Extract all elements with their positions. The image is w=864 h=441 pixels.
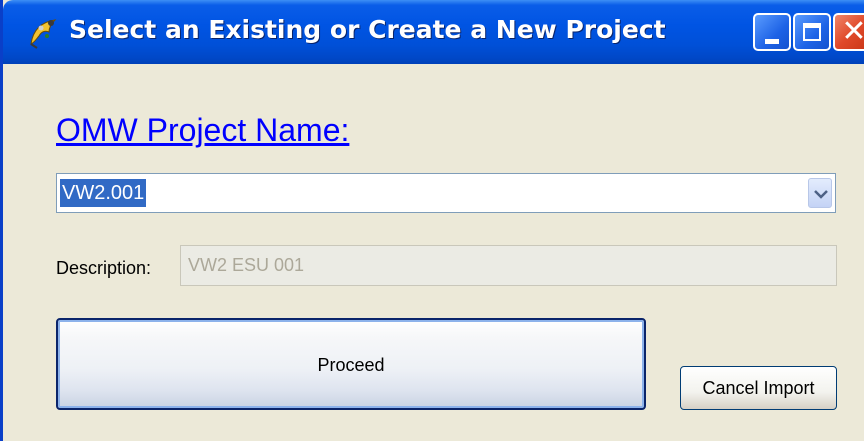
- title-bar[interactable]: Select an Existing or Create a New Proje…: [3, 0, 864, 64]
- cancel-import-label: Cancel Import: [702, 378, 815, 398]
- minimize-icon: [765, 39, 779, 44]
- description-label: Description:: [56, 258, 152, 278]
- dialog-window: Select an Existing or Create a New Proje…: [0, 0, 864, 441]
- close-icon: ✕: [841, 14, 864, 49]
- cancel-import-button[interactable]: Cancel Import: [680, 366, 837, 410]
- description-field: VW2 ESU 001: [180, 245, 837, 286]
- app-icon: [30, 19, 57, 49]
- project-name-value[interactable]: VW2.001: [60, 179, 147, 207]
- project-name-link[interactable]: OMW Project Name:: [56, 112, 349, 149]
- close-button[interactable]: ✕: [833, 13, 864, 51]
- proceed-label: Proceed: [317, 355, 385, 375]
- minimize-button[interactable]: [753, 13, 791, 51]
- window-title: Select an Existing or Create a New Proje…: [69, 15, 666, 44]
- chevron-down-icon: [814, 190, 828, 199]
- maximize-icon: [803, 23, 821, 41]
- dropdown-button[interactable]: [808, 178, 832, 208]
- maximize-button[interactable]: [793, 13, 831, 51]
- description-value: VW2 ESU 001: [188, 255, 305, 275]
- project-name-combobox[interactable]: VW2.001: [56, 173, 836, 213]
- proceed-button[interactable]: Proceed: [56, 318, 646, 410]
